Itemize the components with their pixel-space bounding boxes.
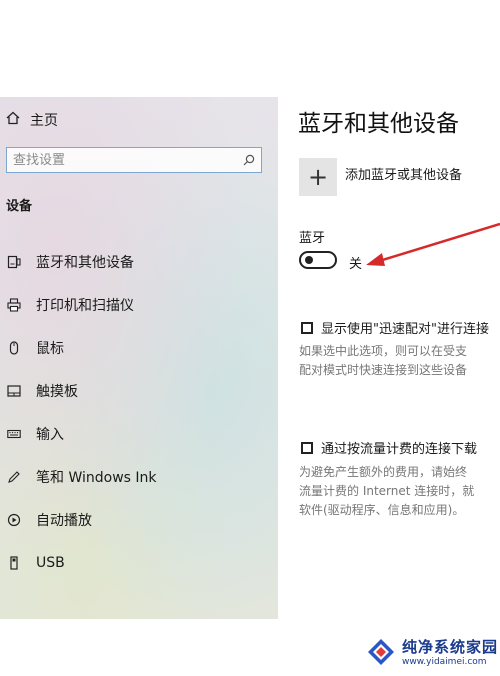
sidebar-item-label: 鼠标 [36, 340, 64, 357]
watermark-logo-icon [368, 638, 394, 665]
sidebar-item-label: 触摸板 [36, 383, 78, 400]
watermark-name: 纯净系统家园 [402, 638, 499, 656]
bluetooth-label: 蓝牙 [299, 231, 326, 246]
sidebar-section-title: 设备 [6, 199, 33, 214]
sidebar-nav: 蓝牙和其他设备 打印机和扫描仪 鼠标 触摸板 输入 笔和 Windows Ink… [0, 240, 278, 584]
sidebar-item-touchpad[interactable]: 触摸板 [0, 369, 278, 412]
sidebar-home-label: 主页 [30, 113, 58, 129]
touchpad-icon [6, 383, 22, 399]
pen-icon [6, 469, 22, 485]
usb-icon [6, 555, 22, 571]
sidebar-item-pen[interactable]: 笔和 Windows Ink [0, 455, 278, 498]
mouse-icon [6, 340, 22, 356]
description-line: 为避免产生额外的费用，请始终 [299, 465, 468, 479]
sidebar-item-home[interactable]: 主页 [6, 109, 58, 131]
bluetooth-toggle[interactable] [299, 251, 337, 269]
metered-description: 为避免产生额外的费用，请始终 流量计费的 Internet 连接时，就 软件(驱… [299, 463, 474, 520]
autoplay-icon [6, 512, 22, 528]
sidebar-item-label: 输入 [36, 426, 64, 443]
search-box[interactable] [6, 147, 262, 173]
swift-pair-description: 如果选中此选项，则可以在受支 配对模式时快速连接到这些设备 [299, 342, 467, 380]
sidebar-item-usb[interactable]: USB [0, 541, 278, 584]
sidebar-item-label: 打印机和扫描仪 [36, 297, 134, 314]
watermark-url: www.yidaimei.com [402, 657, 487, 667]
home-icon [6, 111, 20, 129]
sidebar-item-typing[interactable]: 输入 [0, 412, 278, 455]
sidebar-item-printers[interactable]: 打印机和扫描仪 [0, 283, 278, 326]
swift-pair-checkbox[interactable] [301, 321, 313, 334]
add-device-label[interactable]: 添加蓝牙或其他设备 [345, 164, 462, 183]
bluetooth-devices-icon [6, 254, 22, 270]
annotation-arrow [366, 222, 500, 266]
sidebar-item-mouse[interactable]: 鼠标 [0, 326, 278, 369]
description-line: 配对模式时快速连接到这些设备 [299, 363, 468, 377]
add-device-button[interactable]: + [299, 158, 337, 196]
search-icon[interactable] [237, 154, 261, 166]
swift-pair-checkbox-row[interactable]: 显示使用"迅速配对"进行连接 [301, 318, 489, 337]
sidebar-item-autoplay[interactable]: 自动播放 [0, 498, 278, 541]
plus-icon: + [307, 163, 329, 191]
sidebar-item-label: 自动播放 [36, 512, 92, 529]
printer-icon [6, 297, 22, 313]
site-watermark: 纯净系统家园 www.yidaimei.com [366, 636, 498, 667]
page-title: 蓝牙和其他设备 [298, 111, 459, 137]
settings-sidebar: 主页 设备 蓝牙和其他设备 打印机和扫描仪 鼠标 [0, 97, 278, 619]
description-line: 流量计费的 Internet 连接时，就 [299, 484, 475, 498]
description-line: 如果选中此选项，则可以在受支 [299, 344, 468, 358]
search-input[interactable] [7, 151, 237, 169]
metered-download-label: 通过按流量计费的连接下载 [321, 442, 478, 457]
sidebar-item-label: USB [36, 554, 65, 571]
keyboard-icon [6, 426, 22, 442]
metered-download-checkbox[interactable] [301, 441, 313, 454]
sidebar-item-label: 蓝牙和其他设备 [36, 254, 134, 271]
sidebar-item-label: 笔和 Windows Ink [36, 469, 157, 486]
toggle-knob [305, 256, 313, 264]
swift-pair-label: 显示使用"迅速配对"进行连接 [321, 322, 489, 337]
metered-checkbox-row[interactable]: 通过按流量计费的连接下载 [301, 438, 477, 457]
description-line: 软件(驱动程序、信息和应用)。 [299, 503, 465, 517]
sidebar-item-bluetooth[interactable]: 蓝牙和其他设备 [0, 240, 278, 283]
